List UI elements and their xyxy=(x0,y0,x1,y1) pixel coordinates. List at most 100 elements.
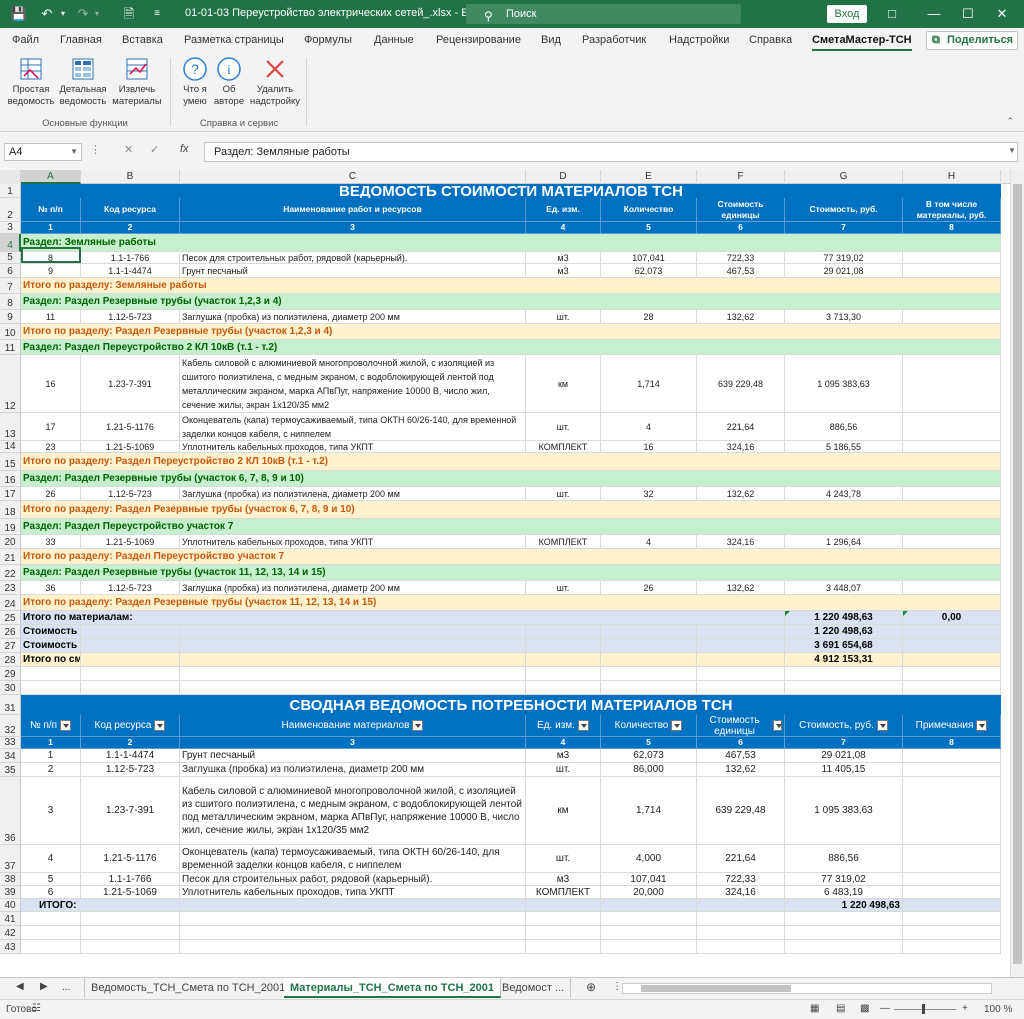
cell-a[interactable]: 33 xyxy=(21,535,81,549)
tab-data[interactable]: Данные xyxy=(374,34,414,46)
row-header[interactable]: 39 xyxy=(0,886,21,899)
row-header[interactable]: 12 xyxy=(0,355,21,413)
minimize-icon[interactable]: — xyxy=(922,4,946,24)
cell-e[interactable]: 4 xyxy=(601,535,697,549)
merged-cell[interactable] xyxy=(526,639,601,653)
tab-vedomost-more[interactable]: Ведомост ... xyxy=(496,978,572,998)
cell-c[interactable]: Уплотнитель кабельных проходов, типа УКП… xyxy=(180,441,526,453)
cell-a[interactable]: 1 xyxy=(21,737,81,749)
cell-b[interactable]: 1.23-7-391 xyxy=(81,777,180,845)
cell-c[interactable]: Заглушка (пробка) из полиэтилена, диамет… xyxy=(180,487,526,501)
zoom-in-icon[interactable]: + xyxy=(962,1003,968,1014)
row-header[interactable]: 34 xyxy=(0,749,21,763)
merged-cell[interactable] xyxy=(81,625,180,639)
cell-f[interactable]: 221,64 xyxy=(697,845,785,873)
cell-b[interactable]: 1.1-1-4474 xyxy=(81,264,180,278)
cell-d[interactable]: шт. xyxy=(526,310,601,324)
cell-c[interactable]: Наименование работ и ресурсов xyxy=(180,198,526,222)
filter-dropdown-icon[interactable] xyxy=(773,720,783,731)
cell-b[interactable]: 2 xyxy=(81,222,180,234)
cell-b[interactable]: 2 xyxy=(81,737,180,749)
col-header-g[interactable]: G xyxy=(785,170,903,184)
cell-c[interactable] xyxy=(180,940,526,954)
cell-h[interactable] xyxy=(903,886,1001,899)
cell-e[interactable] xyxy=(601,926,697,940)
share-button[interactable]: ⧉ Поделиться xyxy=(926,31,1018,50)
cell-b[interactable] xyxy=(81,912,180,926)
cell-f[interactable]: 6 xyxy=(697,737,785,749)
tab-materialy-tsn[interactable]: Материалы_ТСН_Смета по ТСН_2001 xyxy=(284,978,501,998)
merged-cell[interactable]: 3 691 654,68 xyxy=(785,639,903,653)
cell-a[interactable] xyxy=(21,681,81,695)
cell-h[interactable]: В том числе материалы, руб. xyxy=(903,198,1001,222)
cell-d[interactable]: КОМПЛЕКТ xyxy=(526,535,601,549)
vertical-scrollbar[interactable] xyxy=(1010,170,1024,977)
cell-g[interactable]: 1 095 383,63 xyxy=(785,777,903,845)
merged-cell[interactable] xyxy=(697,625,785,639)
cell-e[interactable]: Количество xyxy=(601,715,697,737)
cell-g[interactable]: 3 713,30 xyxy=(785,310,903,324)
row-header[interactable]: 22 xyxy=(0,565,21,581)
cell-c[interactable]: Кабель силовой с алюминиевой многопровол… xyxy=(180,777,526,845)
cell-b[interactable]: 1.12-5-723 xyxy=(81,581,180,595)
row-header[interactable]: 21 xyxy=(0,549,21,565)
merged-cell[interactable] xyxy=(180,639,526,653)
merged-cell[interactable]: Итого по см xyxy=(21,653,81,667)
merged-cell[interactable] xyxy=(903,653,1001,667)
merged-cell[interactable] xyxy=(526,899,601,912)
cell-h[interactable] xyxy=(903,681,1001,695)
cell-c[interactable] xyxy=(180,667,526,681)
cell-b[interactable]: 1.21-5-1069 xyxy=(81,535,180,549)
cell-a[interactable]: 3 xyxy=(21,777,81,845)
merged-cell[interactable] xyxy=(526,653,601,667)
cell-f[interactable]: 6 xyxy=(697,222,785,234)
cell-c[interactable]: Заглушка (пробка) из полиэтилена, диамет… xyxy=(180,581,526,595)
cell-d[interactable]: шт. xyxy=(526,763,601,777)
cell-d[interactable]: шт. xyxy=(526,581,601,595)
cell-c[interactable] xyxy=(180,912,526,926)
cell-h[interactable] xyxy=(903,667,1001,681)
cell-h[interactable] xyxy=(903,252,1001,264)
cell-a[interactable]: № п/п xyxy=(21,715,81,737)
cell-f[interactable]: 722,33 xyxy=(697,252,785,264)
cell-d[interactable]: шт. xyxy=(526,845,601,873)
merged-cell[interactable]: Раздел: Земляные работы xyxy=(21,234,1001,252)
tab-file[interactable]: Файл xyxy=(12,34,39,46)
tab-addins[interactable]: Надстройки xyxy=(669,34,729,46)
cell-f[interactable]: 132,62 xyxy=(697,487,785,501)
cell-c[interactable]: Грунт песчаный xyxy=(180,749,526,763)
cell-h[interactable] xyxy=(903,355,1001,413)
row-header[interactable]: 40 xyxy=(0,899,21,912)
cell-g[interactable]: 7 xyxy=(785,222,903,234)
cell-f[interactable]: 467,53 xyxy=(697,749,785,763)
about-author-button[interactable]: i Об авторе xyxy=(210,56,248,108)
cell-f[interactable] xyxy=(697,926,785,940)
prev-sheet-icon[interactable]: ◀ xyxy=(16,981,24,992)
cell-b[interactable] xyxy=(81,667,180,681)
cell-a[interactable]: 11 xyxy=(21,310,81,324)
merged-cell[interactable]: Итого по разделу: Земляные работы xyxy=(21,278,1001,294)
merged-cell[interactable]: Стоимость xyxy=(21,625,81,639)
cell-a[interactable]: 6 xyxy=(21,886,81,899)
cell-f[interactable]: Стоимость единицы xyxy=(697,198,785,222)
cell-h[interactable] xyxy=(903,763,1001,777)
row-header[interactable]: 13 xyxy=(0,413,21,441)
cell-g[interactable]: 77 319,02 xyxy=(785,252,903,264)
tab-vedomost-tsn[interactable]: Ведомость_ТСН_Смета по ТСН_2001 xyxy=(84,978,293,998)
insert-function-icon[interactable]: fx xyxy=(180,143,189,155)
cell-c[interactable]: Уплотнитель кабельных проходов, типа УКП… xyxy=(180,535,526,549)
cell-h[interactable] xyxy=(903,777,1001,845)
cell-a[interactable]: 2 xyxy=(21,763,81,777)
cell-a[interactable]: 23 xyxy=(21,441,81,453)
cell-e[interactable]: Количество xyxy=(601,198,697,222)
merged-cell[interactable]: 1 220 498,63 xyxy=(785,899,903,912)
row-header[interactable]: 35 xyxy=(0,763,21,777)
cell-d[interactable]: м3 xyxy=(526,264,601,278)
collapse-ribbon-icon[interactable]: ⌃ xyxy=(1006,116,1014,127)
merged-cell[interactable] xyxy=(180,625,526,639)
cell-f[interactable]: 132,62 xyxy=(697,763,785,777)
cell-d[interactable]: 4 xyxy=(526,737,601,749)
merged-cell[interactable] xyxy=(81,639,180,653)
cell-c[interactable]: Наименование материалов xyxy=(180,715,526,737)
cell-d[interactable]: м3 xyxy=(526,873,601,886)
